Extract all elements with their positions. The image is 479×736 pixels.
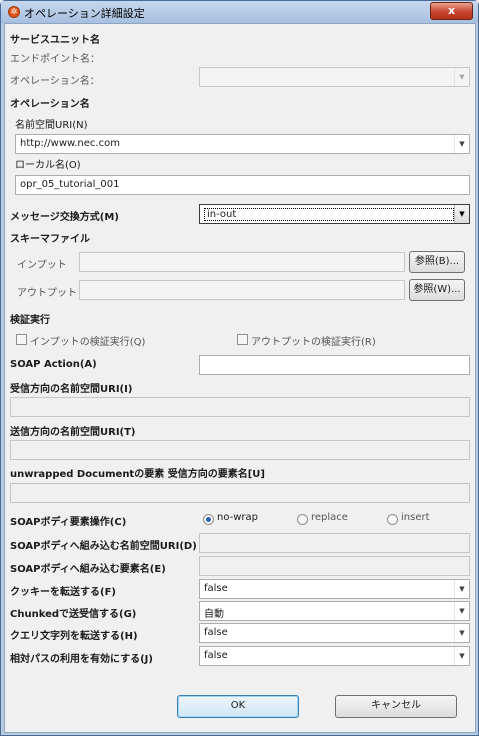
schema-input-browse-button[interactable]: 参照(B)...: [409, 251, 465, 273]
chevron-down-icon[interactable]: ▼: [454, 580, 469, 598]
receive-namespace-label: 受信方向の名前空間URI(I): [10, 384, 133, 395]
chunked-label: Chunkedで送受信する(G): [10, 609, 137, 620]
close-button[interactable]: x: [430, 2, 473, 20]
cookie-select[interactable]: false ▼: [199, 579, 470, 599]
send-namespace-field[interactable]: [10, 440, 470, 460]
chevron-down-icon[interactable]: ▼: [454, 624, 469, 642]
query-label: クエリ文字列を転送する(H): [10, 631, 138, 642]
title-bar[interactable]: ✲ オペレーション詳細設定 x: [1, 1, 478, 23]
schema-input-label: インプット: [17, 260, 67, 271]
ok-button[interactable]: OK: [177, 695, 299, 718]
output-validation-label[interactable]: アウトプットの検証実行(R): [251, 333, 376, 348]
relative-path-label: 相対パスの利用を有効にする(J): [10, 654, 153, 665]
relative-path-select[interactable]: false ▼: [199, 646, 470, 666]
soap-body-ns-field[interactable]: [199, 533, 470, 553]
query-select[interactable]: false ▼: [199, 623, 470, 643]
validation-heading: 検証実行: [10, 315, 50, 326]
schema-output-field[interactable]: [79, 280, 405, 300]
cookie-value: false: [204, 583, 228, 594]
namespace-uri-combo[interactable]: http://www.nec.com ▼: [15, 134, 470, 154]
radio-replace-label[interactable]: replace: [311, 512, 348, 523]
send-namespace-label: 送信方向の名前空間URI(T): [10, 427, 136, 438]
unwrapped-element-field[interactable]: [10, 483, 470, 503]
message-exchange-select[interactable]: in-out ▼: [199, 204, 470, 224]
query-value: false: [204, 627, 228, 638]
close-icon: x: [447, 4, 456, 17]
schema-file-heading: スキーマファイル: [10, 234, 90, 245]
schema-input-field[interactable]: [79, 252, 405, 272]
soap-body-op-label: SOAPボディ要素操作(C): [10, 517, 127, 528]
local-name-field[interactable]: opr_05_tutorial_001: [15, 175, 470, 195]
operation-heading: オペレーション名: [10, 99, 90, 110]
radio-no-wrap-label[interactable]: no-wrap: [217, 512, 258, 523]
dialog-window: ✲ オペレーション詳細設定 x サービスユニット名 エンドポイント名： オペレー…: [0, 0, 479, 736]
chunked-value: 自動: [204, 609, 224, 620]
cancel-button[interactable]: キャンセル: [335, 695, 457, 718]
chevron-down-icon[interactable]: ▼: [454, 602, 469, 620]
soap-body-elem-field[interactable]: [199, 556, 470, 576]
chevron-down-icon: ▼: [454, 68, 469, 86]
cookie-label: クッキーを転送する(F): [10, 587, 116, 598]
schema-output-browse-button[interactable]: 参照(W)...: [409, 279, 465, 301]
chevron-down-icon[interactable]: ▼: [454, 205, 469, 223]
app-icon: ✲: [8, 6, 20, 18]
namespace-uri-label: 名前空間URI(N): [15, 120, 88, 131]
schema-output-label: アウトプット: [17, 288, 77, 299]
chunked-select[interactable]: 自動 ▼: [199, 601, 470, 621]
receive-namespace-field[interactable]: [10, 397, 470, 417]
chevron-down-icon[interactable]: ▼: [454, 647, 469, 665]
message-exchange-label: メッセージ交換方式(M): [10, 212, 119, 223]
output-validation-checkbox[interactable]: [237, 334, 248, 345]
soap-body-ns-label: SOAPボディへ組み込む名前空間URI(D): [10, 541, 197, 552]
window-title: オペレーション詳細設定: [24, 7, 145, 20]
soap-action-label: SOAP Action(A): [10, 359, 97, 370]
endpoint-label: エンドポイント名：: [10, 54, 100, 65]
namespace-uri-value: http://www.nec.com: [20, 138, 120, 149]
local-name-label: ローカル名(O): [15, 160, 81, 171]
soap-body-elem-label: SOAPボディへ組み込む要素名(E): [10, 564, 166, 575]
service-unit-heading: サービスユニット名: [10, 35, 100, 46]
message-exchange-value: in-out: [204, 208, 454, 221]
soap-action-field[interactable]: [199, 355, 470, 375]
operation-name-label: オペレーション名：: [10, 76, 100, 87]
radio-insert-label[interactable]: insert: [401, 512, 430, 523]
dialog-content: サービスユニット名 エンドポイント名： オペレーション名： ▼ オペレーション名…: [4, 23, 476, 733]
relative-path-value: false: [204, 650, 228, 661]
radio-insert[interactable]: [387, 514, 398, 525]
unwrapped-element-label: unwrapped Documentの要素 受信方向の要素名[U]: [10, 469, 265, 480]
radio-no-wrap[interactable]: [203, 514, 214, 525]
chevron-down-icon[interactable]: ▼: [454, 135, 469, 153]
operation-name-select: ▼: [199, 67, 470, 87]
radio-replace[interactable]: [297, 514, 308, 525]
input-validation-checkbox[interactable]: [16, 334, 27, 345]
input-validation-label[interactable]: インプットの検証実行(Q): [30, 333, 145, 348]
